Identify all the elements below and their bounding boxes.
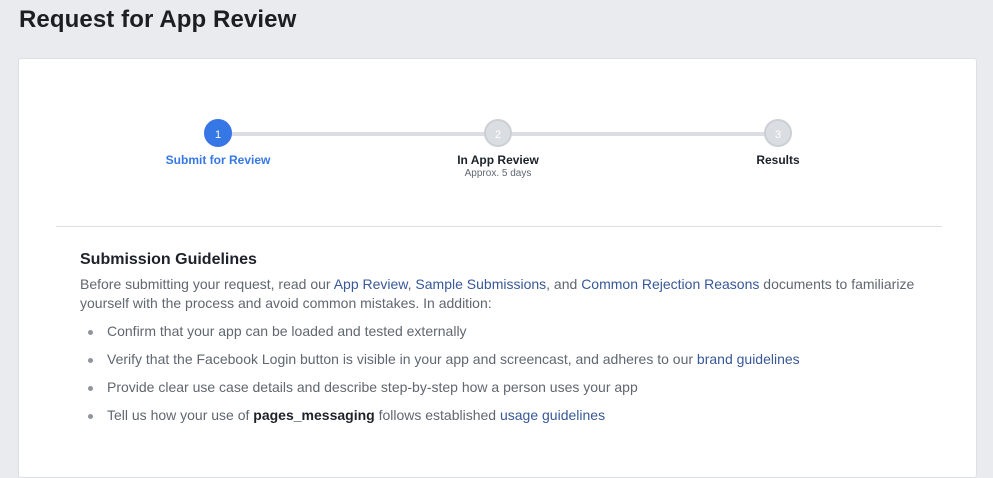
submission-guidelines: Submission Guidelines Before submitting … bbox=[80, 251, 930, 434]
item-text-before: Tell us how your use of bbox=[107, 407, 254, 423]
list-item: Confirm that your app can be loaded and … bbox=[80, 322, 930, 341]
step-2-label: In App Review bbox=[457, 153, 539, 167]
guidelines-intro: Before submitting your request, read our… bbox=[80, 275, 930, 313]
step-2-circle: 2 bbox=[484, 119, 512, 147]
permission-name: pages_messaging bbox=[253, 407, 375, 423]
bullet-icon bbox=[88, 330, 93, 335]
app-review-link[interactable]: App Review bbox=[334, 276, 408, 292]
brand-guidelines-link[interactable]: brand guidelines bbox=[697, 351, 800, 367]
sample-submissions-link[interactable]: Sample Submissions bbox=[415, 276, 546, 292]
common-rejection-reasons-link[interactable]: Common Rejection Reasons bbox=[581, 276, 759, 292]
intro-text-before: Before submitting your request, read our bbox=[80, 276, 334, 292]
item-text: Provide clear use case details and descr… bbox=[107, 379, 638, 395]
step-2-sublabel: Approx. 5 days bbox=[464, 168, 532, 179]
section-divider bbox=[56, 226, 942, 227]
step-in-app-review: 2 In App Review Approx. 5 days bbox=[418, 119, 578, 179]
bullet-icon bbox=[88, 386, 93, 391]
review-card: 1 Submit for Review 2 In App Review Appr… bbox=[18, 58, 977, 478]
progress-stepper: 1 Submit for Review 2 In App Review Appr… bbox=[19, 59, 978, 229]
step-1-circle: 1 bbox=[204, 119, 232, 147]
item-text: Confirm that your app can be loaded and … bbox=[107, 323, 467, 339]
step-submit-for-review: 1 Submit for Review bbox=[138, 119, 298, 167]
item-text: Verify that the Facebook Login button is… bbox=[107, 351, 697, 367]
list-item: Provide clear use case details and descr… bbox=[80, 378, 930, 397]
list-item: Tell us how your use of pages_messaging … bbox=[80, 406, 930, 425]
page-title: Request for App Review bbox=[19, 6, 297, 33]
item-text-after: follows established bbox=[374, 407, 500, 423]
list-item: Verify that the Facebook Login button is… bbox=[80, 350, 930, 369]
step-1-label: Submit for Review bbox=[165, 153, 271, 167]
intro-separator-2: , and bbox=[546, 276, 582, 292]
bullet-icon bbox=[88, 358, 93, 363]
guidelines-heading: Submission Guidelines bbox=[80, 251, 257, 268]
step-results: 3 Results bbox=[698, 119, 858, 167]
usage-guidelines-link[interactable]: usage guidelines bbox=[500, 407, 605, 423]
guidelines-list: Confirm that your app can be loaded and … bbox=[80, 322, 930, 425]
bullet-icon bbox=[88, 414, 93, 419]
step-3-circle: 3 bbox=[764, 119, 792, 147]
step-3-label: Results bbox=[756, 153, 800, 167]
